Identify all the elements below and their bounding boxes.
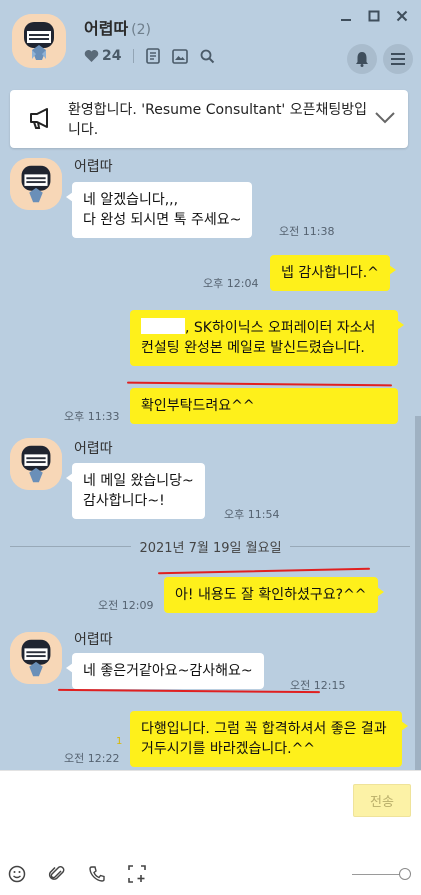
like-button[interactable]: 24 xyxy=(84,48,121,64)
header-toolbar: 24 xyxy=(84,48,215,64)
notice-banner[interactable]: 환영합니다. 'Resume Consultant' 오픈채팅방입니다. xyxy=(10,90,408,148)
opacity-slider-knob[interactable] xyxy=(399,868,411,880)
message-time: 오후 11:33 xyxy=(64,410,120,423)
maximize-icon xyxy=(368,10,380,22)
notice-text: 환영합니다. 'Resume Consultant' 오픈채팅방입니다. xyxy=(68,102,368,138)
phone-icon xyxy=(89,866,105,882)
capture-button[interactable] xyxy=(128,865,146,887)
message-bubble[interactable]: 네 알겠습니다,,, 다 완성 되시면 톡 주세요~ xyxy=(65,182,253,238)
message-time: 오전 12:22 xyxy=(64,752,120,765)
emoticon-icon xyxy=(8,865,26,883)
opacity-slider-track[interactable] xyxy=(352,874,402,875)
message-bubble[interactable]: 확인부탁드려요^^ xyxy=(130,388,398,424)
sender-avatar[interactable] xyxy=(10,438,62,490)
message-time: 오전 12:09 xyxy=(98,599,154,612)
member-count: (2) xyxy=(131,22,152,38)
photo-album-icon xyxy=(172,48,189,64)
notification-button[interactable] xyxy=(347,44,377,74)
message-time: 오후 12:04 xyxy=(203,277,259,290)
sender-avatar[interactable] xyxy=(10,632,62,684)
send-button[interactable]: 전송 xyxy=(353,784,411,817)
document-icon xyxy=(146,48,161,64)
minimize-icon xyxy=(341,19,351,21)
paperclip-icon xyxy=(48,866,65,880)
message-input-area[interactable]: 전송 xyxy=(0,770,421,895)
message-bubble[interactable]: 네 메일 왔습니당~ 감사합니다~! xyxy=(66,463,205,519)
maximize-button[interactable] xyxy=(367,10,381,24)
sender-avatar[interactable] xyxy=(10,158,62,210)
screen-capture-icon xyxy=(128,865,146,883)
message-time: 오전 11:38 xyxy=(279,225,335,238)
close-button[interactable] xyxy=(395,10,409,24)
date-label: 2021년 7월 19일 월요일 xyxy=(0,537,421,556)
chat-header: 어렵따 (2) 24 xyxy=(0,0,421,86)
red-underline-annotation xyxy=(57,688,321,694)
close-icon xyxy=(396,10,408,22)
bell-icon xyxy=(356,52,368,67)
character-avatar-icon xyxy=(10,158,62,210)
message-bubble[interactable]: 아! 내용도 잘 확인하셨구요?^^ xyxy=(164,577,384,613)
notes-button[interactable] xyxy=(146,48,161,64)
character-avatar-icon xyxy=(10,632,62,684)
message-bubble[interactable]: 넵 감사합니다.^ xyxy=(270,255,396,291)
megaphone-icon xyxy=(28,107,54,133)
message-bubble[interactable]: , SK하이닉스 오퍼레이터 자소서 컨설팅 완성본 메일로 발신드렸습니다. xyxy=(130,310,404,366)
like-count: 24 xyxy=(102,48,122,64)
sender-name: 어렵따 xyxy=(74,159,113,175)
unread-count: 1 xyxy=(116,736,123,747)
character-avatar-icon xyxy=(12,14,66,68)
red-underline-annotation xyxy=(126,381,393,387)
chat-messages[interactable]: 환영합니다. 'Resume Consultant' 오픈채팅방입니다. 어렵따… xyxy=(0,86,421,770)
call-button[interactable] xyxy=(88,865,106,887)
message-time: 오후 11:54 xyxy=(224,508,280,521)
red-underline-annotation xyxy=(158,567,370,575)
redacted-block xyxy=(141,318,185,334)
sender-name: 어렵따 xyxy=(74,632,113,648)
album-button[interactable] xyxy=(172,48,189,64)
message-bubble[interactable]: 다행입니다. 그럼 꼭 합격하셔서 좋은 결과 거두시기를 바라겠습니다.^^ xyxy=(130,711,408,767)
attach-file-button[interactable] xyxy=(48,865,66,887)
heart-icon xyxy=(84,50,99,62)
menu-icon xyxy=(391,53,405,65)
menu-button[interactable] xyxy=(383,44,413,74)
minimize-button[interactable] xyxy=(339,10,353,24)
room-title: 어렵따 (2) xyxy=(84,15,151,39)
character-avatar-icon xyxy=(10,438,62,490)
room-avatar[interactable] xyxy=(12,14,66,68)
divider xyxy=(133,49,135,63)
search-icon xyxy=(201,49,215,63)
sender-name: 어렵따 xyxy=(74,441,113,457)
chevron-down-icon[interactable] xyxy=(374,110,396,129)
input-toolbar xyxy=(8,865,146,887)
message-bubble[interactable]: 네 좋은거같아요~감사해요~ xyxy=(66,653,264,689)
window-controls xyxy=(339,10,409,24)
emoticon-button[interactable] xyxy=(8,865,26,887)
search-button[interactable] xyxy=(200,49,215,64)
room-name: 어렵따 xyxy=(84,19,129,38)
scrollbar[interactable] xyxy=(415,416,421,770)
